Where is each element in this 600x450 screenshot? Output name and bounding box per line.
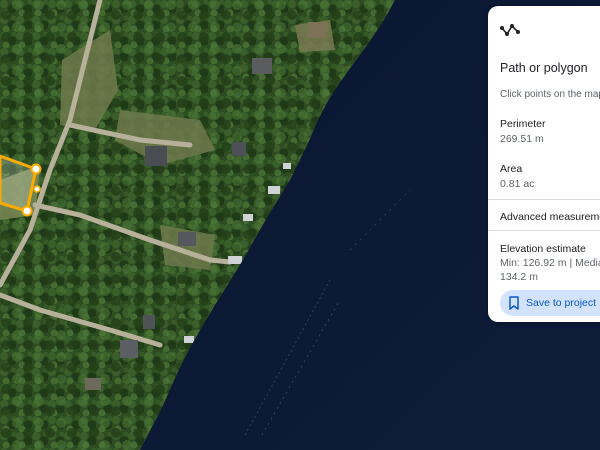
elevation-line-1: Min: 126.92 m | Median: bbox=[500, 257, 600, 269]
perimeter-value: 269.51 m bbox=[500, 133, 544, 145]
panel-title: Path or polygon bbox=[500, 61, 588, 75]
area-value: 0.81 ac bbox=[500, 178, 535, 190]
divider bbox=[488, 230, 600, 231]
elevation-label: Elevation estimate bbox=[500, 243, 586, 255]
elevation-line-2: 134.2 m bbox=[500, 271, 538, 283]
perimeter-label: Perimeter bbox=[500, 118, 546, 130]
vertex-handle[interactable] bbox=[30, 163, 42, 175]
bookmark-icon bbox=[509, 296, 519, 310]
divider bbox=[488, 199, 600, 200]
advanced-measurements-toggle[interactable]: Advanced measurements bbox=[500, 211, 600, 223]
save-to-project-button[interactable]: Save to project bbox=[500, 290, 600, 316]
area-label: Area bbox=[500, 163, 523, 175]
vertex-handle[interactable] bbox=[21, 205, 33, 217]
panel-hint: Click points on the map bbox=[500, 89, 600, 100]
path-polygon-icon bbox=[500, 24, 520, 36]
measure-panel: Path or polygon Click points on the map … bbox=[488, 6, 600, 322]
vertex-handle[interactable] bbox=[33, 185, 41, 193]
save-button-label: Save to project bbox=[526, 297, 597, 309]
